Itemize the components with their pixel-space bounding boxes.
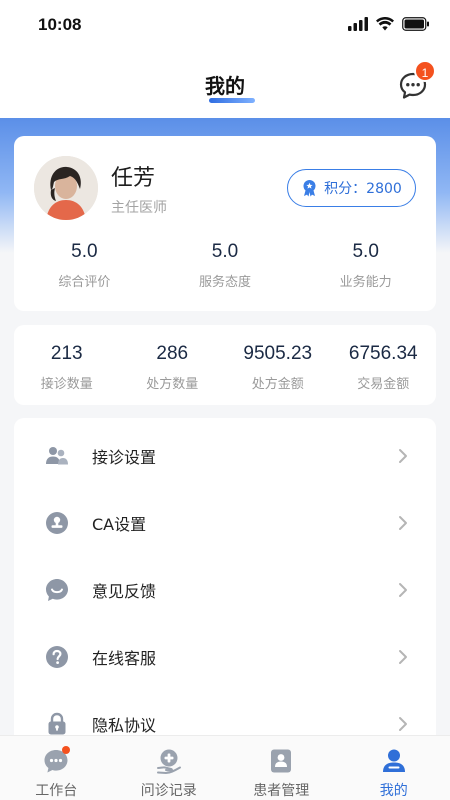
menu-item-consult-settings[interactable]: 接诊设置 (14, 422, 436, 489)
tab-label: 我的 (379, 783, 408, 799)
menu-item-feedback[interactable]: 意见反馈 (14, 556, 436, 623)
page-title: 我的 (205, 74, 245, 98)
count-label: 交易金额 (357, 377, 410, 392)
count-transaction-amount[interactable]: 6756.34 交易金额 (331, 343, 437, 392)
message-badge: 1 (414, 60, 436, 82)
rating-label: 业务能力 (339, 275, 392, 290)
doctor-name: 任芳 (111, 166, 156, 191)
nav-bar: 我的 (0, 50, 450, 118)
count-prescription-amount[interactable]: 9505.23 处方金额 (225, 343, 331, 392)
rating-overall: 5.0 综合评价 (14, 241, 155, 290)
chevron-right-icon (399, 448, 407, 463)
count-label: 接诊数量 (40, 377, 93, 392)
counts-row: 213 接诊数量 286 处方数量 9505.23 处方金额 6756.34 交… (14, 343, 436, 392)
stamp-icon (46, 511, 68, 534)
tab-consult-records[interactable]: 问诊记录 (113, 736, 226, 800)
points-label: 积分：2800 (324, 181, 402, 197)
tab-workbench[interactable]: 工作台 (0, 736, 113, 800)
count-value: 286 (156, 343, 189, 364)
avatar-image (34, 156, 98, 220)
rating-value: 5.0 (211, 241, 239, 262)
smile-bubble-icon (46, 578, 68, 601)
rating-value: 5.0 (352, 241, 379, 262)
chevron-right-icon (399, 582, 407, 597)
profile-card: 任芳 主任医师 积分：2800 5.0 综合评价 5.0 服务态度 5.0 业务… (14, 136, 436, 311)
patient-icon (271, 749, 292, 773)
menu-label: CA设置 (92, 514, 147, 534)
menu-item-ca-settings[interactable]: CA设置 (14, 489, 436, 556)
count-prescriptions[interactable]: 286 处方数量 (120, 343, 226, 392)
rating-label: 服务态度 (199, 275, 252, 290)
points-button[interactable]: 积分：2800 (287, 169, 416, 207)
counts-card: 213 接诊数量 286 处方数量 9505.23 处方金额 6756.34 交… (14, 325, 436, 405)
menu-label: 接诊设置 (92, 447, 157, 467)
battery-icon (402, 17, 429, 31)
tab-bar: 工作台 问诊记录 患者管理 我的 (0, 735, 450, 800)
ratings-row: 5.0 综合评价 5.0 服务态度 5.0 业务能力 (14, 241, 436, 290)
status-bar: 10:08 (0, 0, 450, 50)
chevron-right-icon (399, 649, 407, 664)
rating-value: 5.0 (71, 241, 98, 262)
tab-mine[interactable]: 我的 (338, 736, 450, 800)
users-icon (46, 446, 68, 464)
lock-icon (48, 712, 66, 734)
rating-label: 综合评价 (58, 275, 111, 290)
consult-record-icon (156, 749, 181, 774)
notification-dot (62, 746, 70, 754)
tab-patient-management[interactable]: 患者管理 (225, 736, 338, 800)
count-consultations[interactable]: 213 接诊数量 (14, 343, 120, 392)
menu-item-customer-service[interactable]: 在线客服 (14, 623, 436, 690)
avatar[interactable] (34, 156, 98, 220)
tab-label: 工作台 (35, 783, 78, 799)
chevron-right-icon (399, 716, 407, 731)
count-value: 9505.23 (243, 343, 313, 364)
count-label: 处方数量 (146, 377, 199, 392)
profile-icon (382, 749, 405, 772)
status-time: 10:08 (38, 15, 82, 34)
chevron-right-icon (399, 515, 407, 530)
title-underline (209, 98, 255, 103)
medal-icon (303, 180, 316, 197)
count-value: 6756.34 (348, 343, 418, 364)
settings-menu: 接诊设置 CA设置 意见反馈 在线客服 隐私协议 (14, 418, 436, 748)
help-icon (46, 645, 68, 668)
rating-expertise: 5.0 业务能力 (295, 241, 436, 290)
count-value: 213 (50, 343, 83, 364)
rating-service: 5.0 服务态度 (155, 241, 296, 290)
menu-label: 在线客服 (92, 648, 157, 668)
count-label: 处方金额 (251, 377, 304, 392)
menu-label: 意见反馈 (92, 581, 157, 601)
menu-label: 隐私协议 (92, 715, 157, 735)
status-icons (348, 17, 430, 31)
tab-label: 患者管理 (253, 783, 310, 799)
wifi-icon (376, 17, 394, 31)
doctor-title: 主任医师 (111, 200, 167, 216)
signal-icon (348, 17, 368, 31)
tab-label: 问诊记录 (140, 783, 197, 799)
